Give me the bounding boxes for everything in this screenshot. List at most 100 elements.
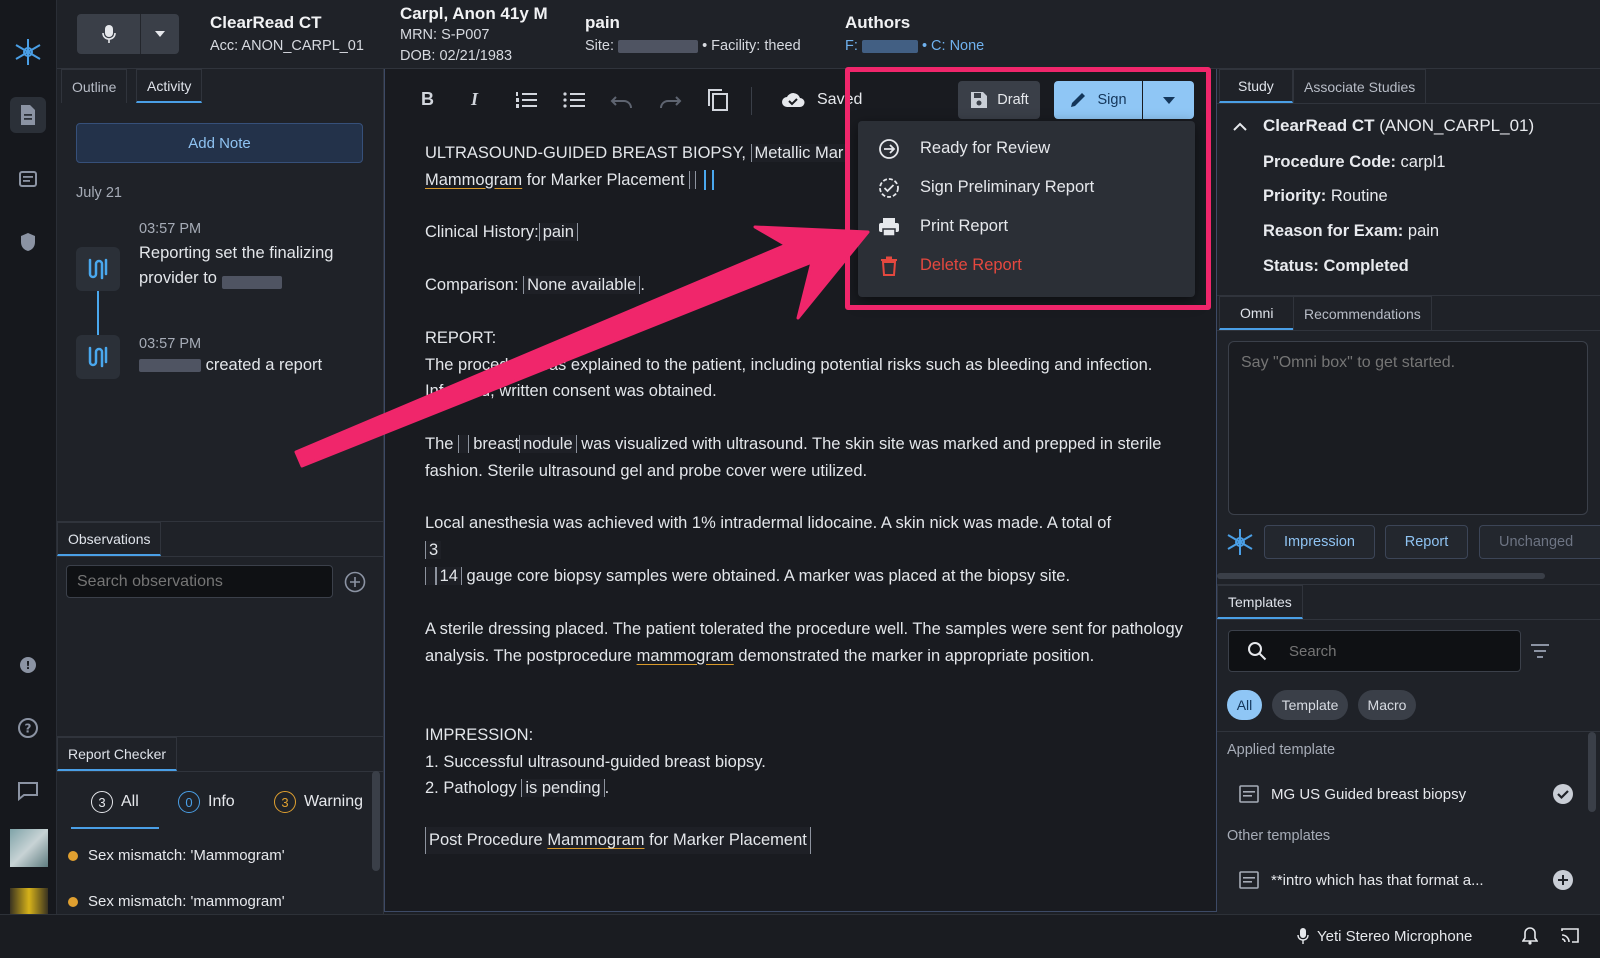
notifications-bell-icon[interactable]: [1521, 927, 1539, 949]
tab-activity[interactable]: Activity: [136, 69, 203, 103]
report-footer[interactable]: Post Procedure Mammogram for Marker Plac…: [425, 827, 1185, 854]
tab-observations[interactable]: Observations: [57, 522, 162, 556]
activity-time-2: 03:57 PM: [139, 336, 202, 352]
menu-item-delete-report[interactable]: Delete Report: [858, 246, 1195, 285]
microphone-dropdown-button[interactable]: [141, 14, 179, 54]
pathology-field[interactable]: is pending: [521, 779, 605, 797]
checker-item[interactable]: Sex mismatch: 'mammogram': [68, 893, 285, 910]
comparison-label: Comparison:: [425, 276, 519, 294]
report-paragraph-2[interactable]: The breast nodule was visualized with ult…: [425, 431, 1185, 484]
add-observation-icon[interactable]: [344, 571, 366, 597]
dictation-control[interactable]: [77, 14, 179, 54]
sample-count-field[interactable]: 3: [425, 540, 442, 559]
filter-chip-macro[interactable]: Macro: [1358, 690, 1416, 720]
filter-all[interactable]: 3 All: [91, 791, 139, 813]
activity-text-2: created a report: [139, 356, 322, 375]
bold-icon[interactable]: B: [421, 89, 434, 110]
templates-search[interactable]: [1228, 630, 1521, 672]
search-observations-input[interactable]: [66, 565, 333, 598]
study-title: ClearRead CT: [1263, 116, 1375, 135]
reason-for-exam: Reason for Exam: pain: [1263, 222, 1439, 241]
top-header: ClearRead CT Acc: ANON_CARPL_01 Carpl, A…: [57, 0, 1600, 69]
checker-scrollbar[interactable]: [372, 771, 380, 871]
templates-search-input[interactable]: [1289, 642, 1509, 660]
redo-icon[interactable]: [658, 92, 682, 113]
user-avatar[interactable]: [10, 829, 48, 867]
filter-chip-template[interactable]: Template: [1272, 690, 1348, 720]
nodule-field[interactable]: nodule: [519, 435, 577, 453]
patient-mrn: MRN: S-P007: [400, 27, 490, 43]
help-icon[interactable]: ?: [10, 710, 46, 746]
filter-all-label: All: [121, 793, 139, 810]
add-note-button[interactable]: Add Note: [76, 123, 363, 163]
tab-outline[interactable]: Outline: [61, 69, 128, 103]
other-template-item[interactable]: **intro which has that format a...: [1239, 869, 1574, 891]
active-microphone[interactable]: Yeti Stereo Microphone: [1297, 927, 1472, 945]
collapse-chevron-icon[interactable]: [1233, 119, 1247, 136]
omni-box-input[interactable]: [1228, 341, 1588, 515]
title-field[interactable]: Metallic Mar: [750, 144, 848, 162]
tab-omni[interactable]: Omni: [1219, 296, 1295, 330]
applied-template-item[interactable]: MG US Guided breast biopsy: [1239, 783, 1574, 805]
site-label: Site:: [585, 38, 615, 54]
impression-section[interactable]: IMPRESSION: 1. Successful ultrasound-gui…: [425, 722, 1185, 802]
undo-icon[interactable]: [610, 92, 634, 113]
tab-study[interactable]: Study: [1219, 69, 1293, 103]
shield-icon[interactable]: [10, 224, 46, 260]
filter-warning[interactable]: 3 Warning: [274, 791, 367, 813]
authors-list[interactable]: F: • C: None: [845, 38, 984, 54]
template-doc-icon: [1239, 785, 1259, 803]
gauge-field[interactable]: 14: [435, 567, 462, 585]
microphone-name: Yeti Stereo Microphone: [1317, 927, 1473, 945]
sign-dropdown-button[interactable]: [1143, 81, 1194, 119]
microphone-button[interactable]: [77, 14, 141, 54]
footer-text: Post Procedure: [429, 831, 543, 849]
study-status: Status: Completed: [1263, 257, 1409, 276]
tab-report-checker[interactable]: Report Checker: [57, 737, 178, 771]
comparison-field[interactable]: None available: [523, 276, 641, 294]
menu-item-ready-for-review[interactable]: Ready for Review: [858, 129, 1195, 168]
impression-button[interactable]: Impression: [1264, 525, 1375, 559]
clinical-value-field[interactable]: pain: [538, 223, 578, 241]
activity-text: Reporting set the finalizing provider to: [139, 241, 339, 291]
add-template-icon[interactable]: [1552, 869, 1574, 891]
chat-icon[interactable]: [10, 773, 46, 809]
filter-chip-all[interactable]: All: [1227, 690, 1262, 720]
report-paragraph-4[interactable]: A sterile dressing placed. The patient t…: [425, 616, 1185, 669]
bullet-list-icon[interactable]: [563, 91, 585, 114]
reason-value: pain: [1407, 222, 1440, 240]
tab-templates[interactable]: Templates: [1217, 585, 1303, 619]
tab-recommendations[interactable]: Recommendations: [1293, 296, 1432, 330]
report-document-icon[interactable]: [10, 97, 46, 133]
activity-text-content-2: created a report: [205, 356, 323, 374]
sign-button[interactable]: Sign: [1054, 81, 1142, 119]
checker-item-text: Sex mismatch: 'mammogram': [88, 893, 285, 910]
cast-icon[interactable]: [1560, 927, 1580, 948]
templates-scrollbar[interactable]: [1588, 732, 1596, 812]
filter-icon[interactable]: [1531, 644, 1549, 662]
report-button[interactable]: Report: [1385, 525, 1468, 559]
reason-label: Reason for Exam:: [1263, 222, 1404, 240]
count-all: 3: [91, 791, 113, 813]
menu-item-sign-preliminary[interactable]: Sign Preliminary Report: [858, 168, 1195, 207]
settings-gear-icon[interactable]: !: [10, 647, 46, 683]
worklist-icon[interactable]: [10, 161, 46, 197]
footer-field[interactable]: Post Procedure Mammogram for Marker Plac…: [425, 827, 811, 854]
checker-item[interactable]: Sex mismatch: 'Mammogram': [68, 847, 285, 864]
activity-icon: [76, 247, 120, 291]
report-section[interactable]: REPORT: The procedure was explained to t…: [425, 325, 1185, 405]
microphone-icon: [101, 25, 116, 43]
menu-item-print-report[interactable]: Print Report: [858, 207, 1195, 246]
italic-icon[interactable]: I: [471, 89, 478, 110]
para2-text: breast: [473, 435, 520, 453]
report-paragraph-3[interactable]: Local anesthesia was achieved with 1% in…: [425, 510, 1185, 590]
unchanged-button[interactable]: Unchanged: [1479, 525, 1600, 559]
filter-info[interactable]: 0 Info: [178, 791, 235, 813]
copy-icon[interactable]: [707, 88, 729, 117]
omni-scrollbar[interactable]: [1217, 573, 1545, 579]
divider: [57, 771, 384, 772]
draft-button[interactable]: Draft: [958, 81, 1040, 119]
tab-associate-studies[interactable]: Associate Studies: [1293, 69, 1427, 103]
numbered-list-icon[interactable]: [515, 91, 537, 114]
redacted-user: [139, 359, 201, 373]
